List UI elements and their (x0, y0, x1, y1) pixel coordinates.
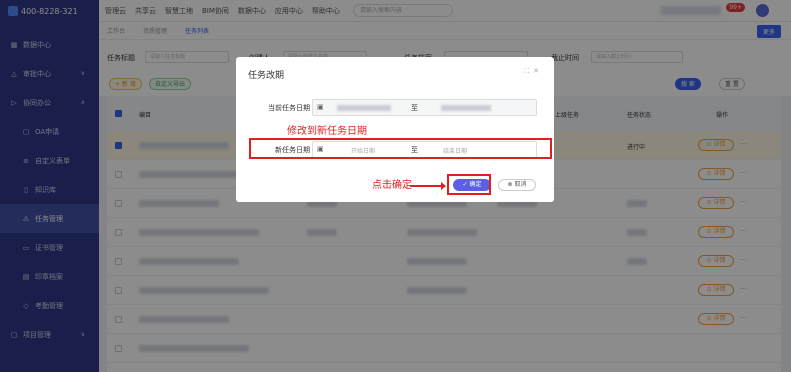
maximize-icon[interactable]: ⛶ (524, 67, 533, 75)
cancel-button[interactable]: ⊗ 取消 (498, 179, 536, 191)
current-date-label: 当前任务日期 (268, 104, 310, 112)
annotation-arrow (410, 182, 446, 190)
annotation-box-new-date (249, 138, 552, 159)
current-end-date (441, 105, 491, 111)
current-date-row: 当前任务日期 ▣ 至 (236, 99, 554, 116)
dialog-title: 任务改期 (248, 71, 285, 81)
close-icon[interactable]: ✕ (533, 67, 543, 75)
dialog-controls: ⛶✕ (524, 67, 543, 76)
current-date-range: ▣ 至 (312, 99, 537, 116)
annotation-box-confirm (447, 174, 491, 195)
annotation-confirm: 点击确定 (372, 180, 412, 191)
range-separator: 至 (411, 104, 418, 112)
annotation-modify: 修改到新任务日期 (287, 126, 367, 137)
calendar-icon: ▣ (317, 103, 324, 111)
current-start-date (337, 105, 391, 111)
